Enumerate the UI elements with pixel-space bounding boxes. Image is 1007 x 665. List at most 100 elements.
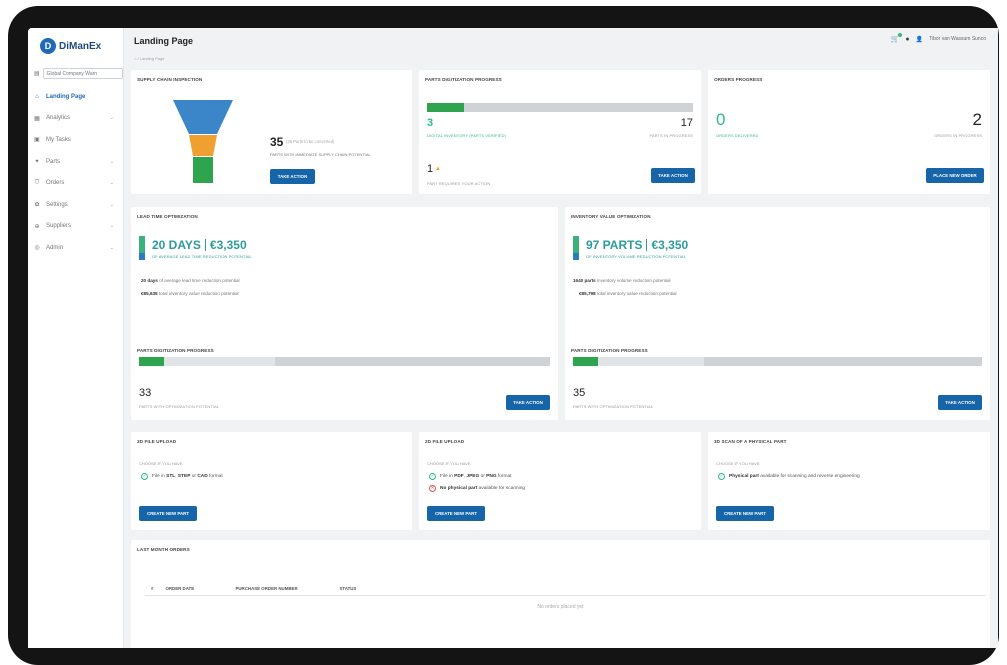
sidebar-item-settings[interactable]: ✿ Settings ⌄ [28, 194, 124, 216]
scan-3d-card: 3D Scan of a Physical Part Choose if you… [708, 432, 990, 530]
inventory-value-title: Inventory Value Optimization [571, 214, 651, 219]
orders-empty-message: No orders placed yet [537, 604, 584, 610]
inventory-value-line-2: €85,798 total inventory value reduction … [579, 291, 677, 296]
scan-3d-create-button[interactable]: Create New Part [716, 506, 774, 521]
upload-3d-create-button[interactable]: Create New Part [139, 506, 197, 521]
cross-icon: ✕ [429, 485, 436, 492]
supply-chain-card: Supply Chain Inspection 35 (35 Parts to … [131, 70, 412, 194]
sidebar-item-suppliers[interactable]: ⊕ Suppliers ⌄ [28, 216, 124, 238]
sidebar-item-analytics[interactable]: ▦ Analytics ⌄ [28, 108, 124, 130]
parts-progress-bar [427, 103, 693, 112]
parts-attention-value: 1 [427, 163, 434, 175]
col-status[interactable]: Status [333, 582, 985, 596]
inventory-value-progress-fill [573, 357, 598, 366]
chevron-down-icon: ⌄ [109, 244, 114, 251]
gauge-bottom [573, 253, 579, 260]
col-order-date[interactable]: Order Date [159, 582, 230, 596]
lead-time-progress-bar [139, 357, 550, 366]
page-title: Landing Page [134, 36, 194, 46]
lead-time-kpi-days: 20 DAYS [152, 238, 201, 252]
sidebar: D DiManEx ▤ Global Company Warn ⌂ Landing… [28, 28, 124, 648]
upload-2d-create-button[interactable]: Create New Part [427, 506, 485, 521]
parts-icon: ✦ [34, 159, 40, 166]
parts-verified-value: 3 [427, 117, 434, 129]
scan-3d-title: 3D Scan of a Physical Part [714, 439, 787, 444]
orders-progress-card: Orders Progress 0 Orders Delivered 2 Ord… [708, 70, 990, 194]
last-orders-title: Last Month Orders [137, 547, 190, 552]
sidebar-item-admin[interactable]: ◎ Admin ⌄ [28, 237, 124, 259]
upload-2d-hint: Choose if you have: [427, 461, 472, 466]
parts-verified-caption: Digital Inventory (Parts Verified) [427, 133, 507, 138]
orders-table: # Order Date Purchase Order Number Statu… [145, 582, 985, 596]
inventory-value-count-caption: Parts with optimization potential [573, 404, 654, 409]
lead-time-line-1: 20 days of average lead time reduction p… [141, 278, 240, 283]
check-icon: ✓ [429, 473, 436, 480]
parts-progress-title: Parts Digitization Progress [425, 77, 502, 82]
parts-attention-caption: Part Requires your Action [427, 181, 491, 186]
upload-2d-option-text: File in PDF, JPEG or PNG format [440, 474, 512, 479]
suppliers-icon: ⊕ [34, 223, 40, 230]
place-new-order-button[interactable]: Place New Order [926, 168, 984, 183]
home-icon: ⌂ [35, 93, 39, 100]
orders-delivered-value: 0 [716, 110, 726, 129]
sidebar-item-landing-page[interactable]: ⌂ Landing Page [28, 86, 124, 108]
supply-chain-count-note: (35 Parts to be converted) [286, 139, 335, 144]
sidebar-item-label: Landing Page [46, 93, 86, 100]
supply-chain-count: 35 [270, 135, 284, 149]
orders-in-progress-caption: Orders in Progress [934, 133, 982, 138]
cart-icon[interactable]: 🛒 [891, 33, 903, 43]
upload-2d-option-2-text: No physical part available for scanning [440, 486, 526, 491]
orders-table-header: # Order Date Purchase Order Number Statu… [145, 582, 985, 596]
upload-3d-title: 3D File Upload [137, 439, 177, 444]
gauge-bottom [139, 253, 145, 260]
company-select[interactable]: Global Company Warn [42, 68, 123, 79]
parts-progress-card: Parts Digitization Progress 3 Digital In… [419, 70, 701, 194]
bell-icon[interactable]: ● [905, 36, 909, 43]
building-icon: ▤ [34, 71, 40, 77]
inventory-value-kpi-value: €3,350 [651, 238, 689, 252]
supply-chain-action-button[interactable]: Take Action [270, 169, 315, 184]
lead-time-progress-fill [139, 357, 164, 366]
funnel-bottom-segment [193, 157, 213, 183]
chart-icon: ▦ [34, 115, 40, 122]
parts-progress-fill [427, 103, 465, 112]
upload-2d-option: ✓ File in PDF, JPEG or PNG format [429, 473, 512, 480]
lead-time-kpi: 20 DAYS €3,350 [152, 238, 247, 252]
sidebar-item-label: Settings [46, 201, 68, 208]
user-icon: 👤 [915, 36, 924, 43]
user-name[interactable]: Tibor van Wassum Sunco [929, 36, 986, 42]
logo-mark-icon: D [40, 38, 56, 54]
sidebar-item-my-tasks[interactable]: ▣ My Tasks [28, 129, 124, 151]
chevron-down-icon: ⌄ [109, 180, 114, 187]
parts-progress-action-button[interactable]: Take Action [651, 168, 695, 183]
cart-icon: ⛉ [34, 179, 40, 186]
inventory-value-kpi-caption: of inventory volume reduction potential [586, 254, 686, 259]
lead-time-kpi-caption: of average lead time reduction potential [152, 254, 252, 259]
upload-3d-card: 3D File Upload Choose if you have: ✓ Fil… [131, 432, 412, 530]
upload-2d-card: 2D File Upload Choose if you have: ✓ Fil… [419, 432, 701, 530]
logo[interactable]: D DiManEx [40, 38, 101, 54]
col-index[interactable]: # [145, 582, 160, 596]
tasks-icon: ▣ [34, 137, 40, 144]
inventory-value-gauge [573, 236, 579, 260]
sidebar-item-parts[interactable]: ✦ Parts ⌄ [28, 151, 124, 173]
inventory-value-line-1: 1640 parts inventory volume reduction po… [573, 278, 671, 283]
sidebar-item-orders[interactable]: ⛉ Orders ⌄ [28, 172, 124, 194]
upload-3d-option: ✓ File in STL, STEP or CAD format [141, 473, 223, 480]
inventory-value-action-button[interactable]: Take Action [938, 395, 982, 410]
cart-badge [898, 33, 903, 37]
check-icon: ✓ [141, 473, 148, 480]
warning-icon: ▲ [435, 166, 441, 172]
breadcrumb[interactable]: ⌂ / Landing Page [134, 56, 164, 61]
gauge-top [139, 236, 145, 253]
inventory-value-kpi: 97 PARTS €3,350 [586, 238, 688, 252]
header-actions: 🛒 ● 👤 Tibor van Wassum Sunco [891, 33, 986, 43]
col-po-number[interactable]: Purchase Order Number [229, 582, 334, 596]
lead-time-line-2: €85,635 total inventory value reduction … [141, 291, 239, 296]
sidebar-item-label: Suppliers [46, 223, 72, 230]
lead-time-action-button[interactable]: Take Action [506, 395, 550, 410]
orders-delivered-caption: Orders Delivered [716, 133, 759, 138]
inventory-value-progress-bar [573, 357, 982, 366]
inventory-value-card: Inventory Value Optimization 97 PARTS €3… [565, 207, 990, 420]
orders-progress-title: Orders Progress [714, 77, 763, 82]
